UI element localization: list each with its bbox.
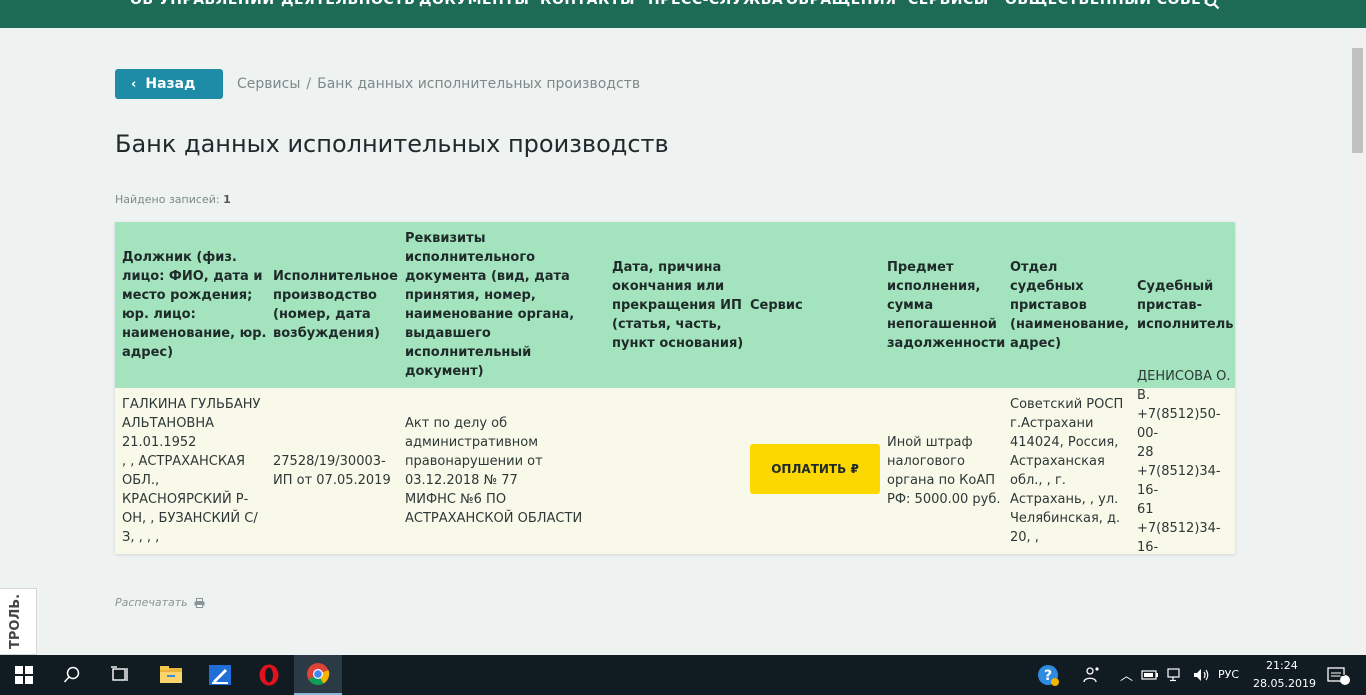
- back-button[interactable]: ‹ Назад: [115, 69, 223, 99]
- table-header: Должник (физ. лицо: ФИО, дата и место ро…: [115, 222, 1235, 388]
- side-widget[interactable]: ТРОЛЬ.: [0, 588, 37, 655]
- scrollbar-thumb[interactable]: [1352, 48, 1363, 153]
- nav-item-public-council[interactable]: ОБЩЕСТВЕННЫЙ СОВЕТ: [1005, 0, 1211, 8]
- column-header-bailiff: Судебный пристав-исполнитель: [1137, 278, 1234, 332]
- network-icon[interactable]: [1162, 655, 1190, 695]
- windows-start-icon[interactable]: [0, 655, 48, 695]
- taskbar: ? ︿ РУС 21:24 28.05.2019 1: [0, 655, 1366, 695]
- svg-text:?: ?: [1044, 668, 1052, 684]
- records-found: Найдено записей: 1: [115, 193, 231, 206]
- notifications-icon[interactable]: 1: [1316, 655, 1360, 695]
- language-indicator[interactable]: РУС: [1218, 668, 1239, 681]
- print-link[interactable]: Распечатать: [115, 596, 205, 609]
- cell-end-reason: [612, 388, 746, 554]
- column-header-proceeding: Исполнительное производство (номер, дата…: [273, 269, 398, 341]
- pay-button[interactable]: ОПЛАТИТЬ ₽: [750, 444, 880, 494]
- column-header-document: Реквизиты исполнительного документа (вид…: [405, 231, 575, 379]
- clock-time[interactable]: 21:24: [1266, 659, 1298, 672]
- file-explorer-icon[interactable]: [147, 655, 195, 695]
- cell-subject: Иной штраф налогового органа по КоАП РФ:…: [887, 435, 1001, 507]
- column-header-service: Сервис: [750, 297, 803, 313]
- table-row: ГАЛКИНА ГУЛЬБАНУ АЛЬТАНОВНА 21.01.1952 ,…: [115, 368, 1235, 555]
- side-widget-label: ТРОЛЬ.: [8, 593, 23, 649]
- cell-proceeding: 27528/19/30003- ИП от 07.05.2019: [273, 454, 391, 488]
- cell-debtor: ГАЛКИНА ГУЛЬБАНУ АЛЬТАНОВНА 21.01.1952 ,…: [122, 397, 261, 545]
- nav-item-appeals[interactable]: ОБРАЩЕНИЯ: [786, 0, 897, 8]
- cell-document: Акт по делу об административном правонар…: [405, 416, 583, 526]
- page-scrollbar[interactable]: [1349, 28, 1366, 655]
- top-navigation: ОБ УПРАВЛЕНИИ ДЕЯТЕЛЬНОСТЬ ДОКУМЕНТЫ КОН…: [0, 0, 1366, 28]
- search-icon[interactable]: [1204, 0, 1220, 10]
- nav-item-services[interactable]: СЕРВИСЫ: [908, 0, 989, 8]
- chrome-browser-icon[interactable]: [294, 655, 342, 695]
- column-header-end-reason: Дата, причина окончания или прекращения …: [612, 259, 744, 351]
- page-title: Банк данных исполнительных производств: [115, 130, 669, 158]
- cell-department: Советский РОСП г.Астрахани 414024, Росси…: [1010, 397, 1124, 545]
- breadcrumb-item-current: Банк данных исполнительных производств: [317, 76, 641, 92]
- cell-bailiff: ДЕНИСОВА О. В. +7(8512)50-00- 28 +7(8512…: [1137, 368, 1231, 555]
- help-icon[interactable]: ?: [1024, 655, 1072, 695]
- people-icon[interactable]: [1068, 655, 1116, 695]
- records-found-label: Найдено записей:: [115, 193, 220, 206]
- nav-item-contacts[interactable]: КОНТАКТЫ: [540, 0, 635, 8]
- printer-icon: [194, 597, 205, 608]
- chevron-left-icon: ‹: [131, 76, 137, 92]
- battery-icon[interactable]: [1136, 655, 1164, 695]
- chevron-up-icon[interactable]: ︿: [1120, 665, 1133, 684]
- breadcrumb: Сервисы / Банк данных исполнительных произ…: [237, 76, 640, 92]
- print-label: Распечатать: [115, 596, 188, 609]
- column-header-debtor: Должник (физ. лицо: ФИО, дата и место ро…: [122, 250, 267, 360]
- nav-item-about[interactable]: ОБ УПРАВЛЕНИИ: [130, 0, 275, 8]
- breadcrumb-item-services[interactable]: Сервисы: [237, 76, 300, 92]
- clock-date[interactable]: 28.05.2019: [1253, 677, 1316, 690]
- search-icon[interactable]: [48, 655, 96, 695]
- paint-app-icon[interactable]: [196, 655, 244, 695]
- breadcrumb-separator: /: [306, 76, 312, 92]
- notification-count: 1: [1339, 669, 1346, 679]
- back-button-label: Назад: [145, 76, 196, 92]
- volume-icon[interactable]: [1188, 655, 1216, 695]
- nav-item-press[interactable]: ПРЕСС-СЛУЖБА: [648, 0, 783, 8]
- opera-browser-icon[interactable]: [245, 655, 293, 695]
- nav-item-documents[interactable]: ДОКУМЕНТЫ: [419, 0, 529, 8]
- nav-item-activity[interactable]: ДЕЯТЕЛЬНОСТЬ: [281, 0, 415, 8]
- column-header-subject: Предмет исполнения, сумма непогашенной з…: [887, 259, 1006, 351]
- task-view-icon[interactable]: [96, 655, 144, 695]
- results-table: Должник (физ. лицо: ФИО, дата и место ро…: [115, 222, 1235, 554]
- column-header-department: Отдел судебных приставов (наименование, …: [1010, 259, 1130, 351]
- records-found-count: 1: [223, 193, 231, 206]
